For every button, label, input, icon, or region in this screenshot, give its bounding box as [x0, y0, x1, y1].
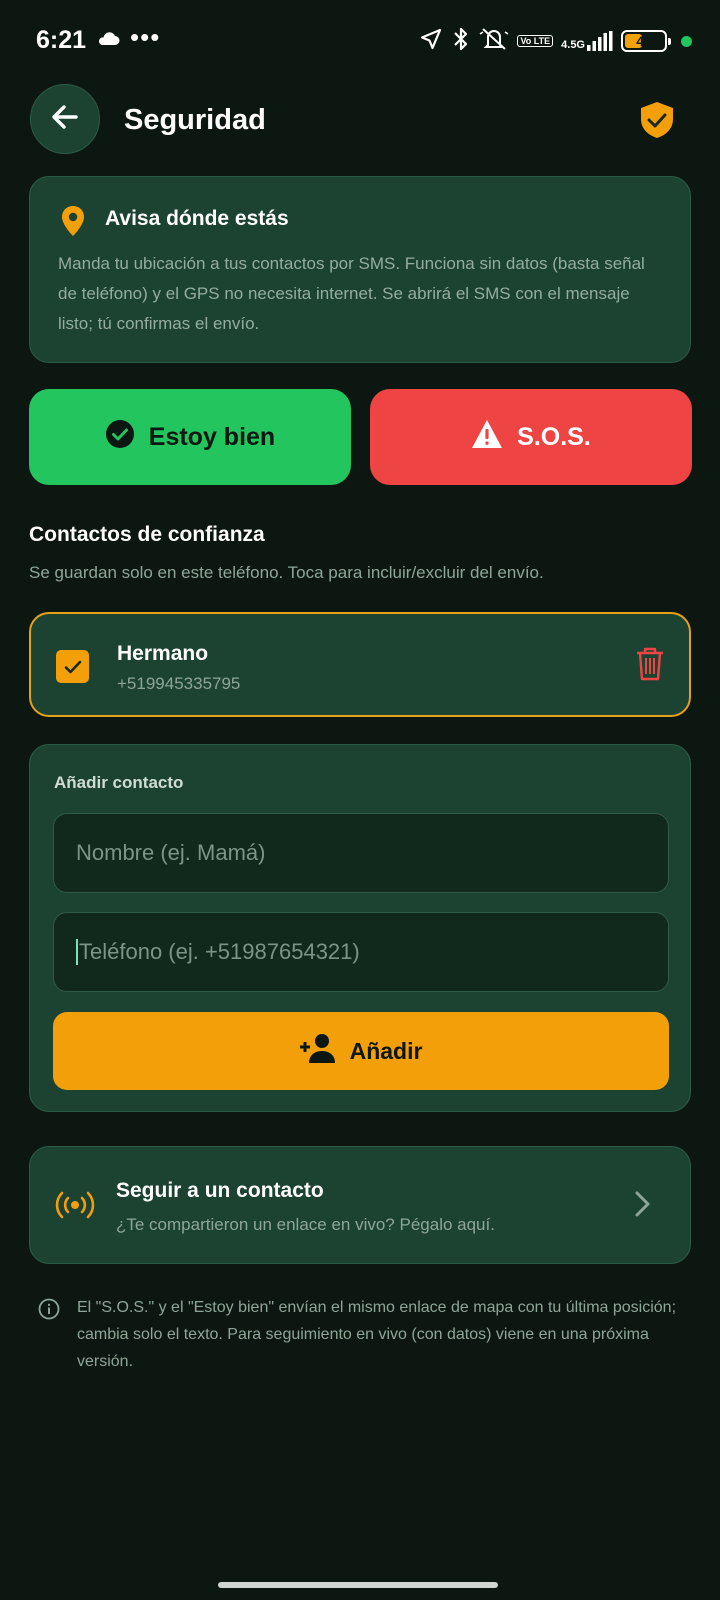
contact-item[interactable]: Hermano +519945335795 [29, 612, 691, 717]
name-placeholder: Nombre (ej. Mamá) [76, 840, 266, 865]
map-pin-icon [60, 205, 86, 242]
add-contact-button[interactable]: Añadir [53, 1012, 669, 1090]
text-caret [76, 939, 78, 965]
chevron-right-icon [632, 1189, 652, 1224]
battery-icon: 45 [621, 30, 671, 52]
info-icon [38, 1298, 60, 1325]
more-notifications-icon: ••• [130, 22, 161, 52]
volte-badge: Vo LTE [517, 35, 554, 47]
add-person-icon [299, 1032, 336, 1070]
sos-label: S.O.S. [517, 422, 591, 451]
arrow-left-icon [49, 101, 81, 138]
bell-off-icon [479, 26, 509, 57]
add-contact-card: Añadir contacto Nombre (ej. Mamá) Teléfo… [29, 744, 691, 1112]
follow-title: Seguir a un contacto [116, 1179, 324, 1202]
follow-subtitle: ¿Te compartieron un enlace en vivo? Péga… [116, 1215, 495, 1234]
battery-level: 45 [636, 33, 652, 49]
estoy-bien-label: Estoy bien [148, 422, 276, 451]
shield-check-icon [638, 100, 676, 145]
status-time: 6:21 [36, 26, 87, 54]
follow-contact-row[interactable]: Seguir a un contacto ¿Te compartieron un… [29, 1146, 691, 1264]
phone-input[interactable]: Teléfono (ej. +51987654321) [53, 912, 669, 992]
info-card: Avisa dónde estás Manda tu ubicación a t… [29, 176, 691, 363]
name-input[interactable]: Nombre (ej. Mamá) [53, 813, 669, 893]
warning-triangle-icon [471, 419, 503, 456]
info-body: Manda tu ubicación a tus contactos por S… [58, 254, 645, 333]
trash-icon[interactable] [635, 647, 665, 686]
location-arrow-icon [419, 27, 443, 56]
contact-name: Hermano [117, 642, 209, 665]
privacy-indicator-icon [681, 35, 692, 47]
phone-placeholder: Teléfono (ej. +51987654321) [79, 939, 360, 964]
info-title: Avisa dónde estás [105, 207, 289, 230]
broadcast-icon [55, 1189, 95, 1226]
sos-button[interactable]: S.O.S. [370, 389, 692, 485]
bluetooth-icon [451, 26, 471, 57]
signal-icon: 4.5G [561, 31, 613, 51]
back-button[interactable] [30, 84, 100, 154]
contacts-title: Contactos de confianza [29, 523, 265, 546]
check-circle-icon [105, 419, 135, 456]
cloud-icon [96, 30, 120, 51]
page-title: Seguridad [124, 104, 266, 136]
home-indicator[interactable] [218, 1582, 498, 1588]
add-contact-label: Añadir contacto [54, 773, 184, 792]
network-type: 4.5G [561, 39, 585, 51]
status-bar: 6:21 ••• Vo LTE 4.5G 45 [0, 0, 720, 80]
contact-checkbox[interactable] [56, 650, 89, 683]
contact-phone: +519945335795 [117, 674, 241, 693]
add-button-label: Añadir [349, 1037, 423, 1064]
contacts-subtitle: Se guardan solo en este teléfono. Toca p… [29, 563, 544, 582]
estoy-bien-button[interactable]: Estoy bien [29, 389, 351, 485]
footer-note: El "S.O.S." y el "Estoy bien" envían el … [77, 1299, 677, 1370]
